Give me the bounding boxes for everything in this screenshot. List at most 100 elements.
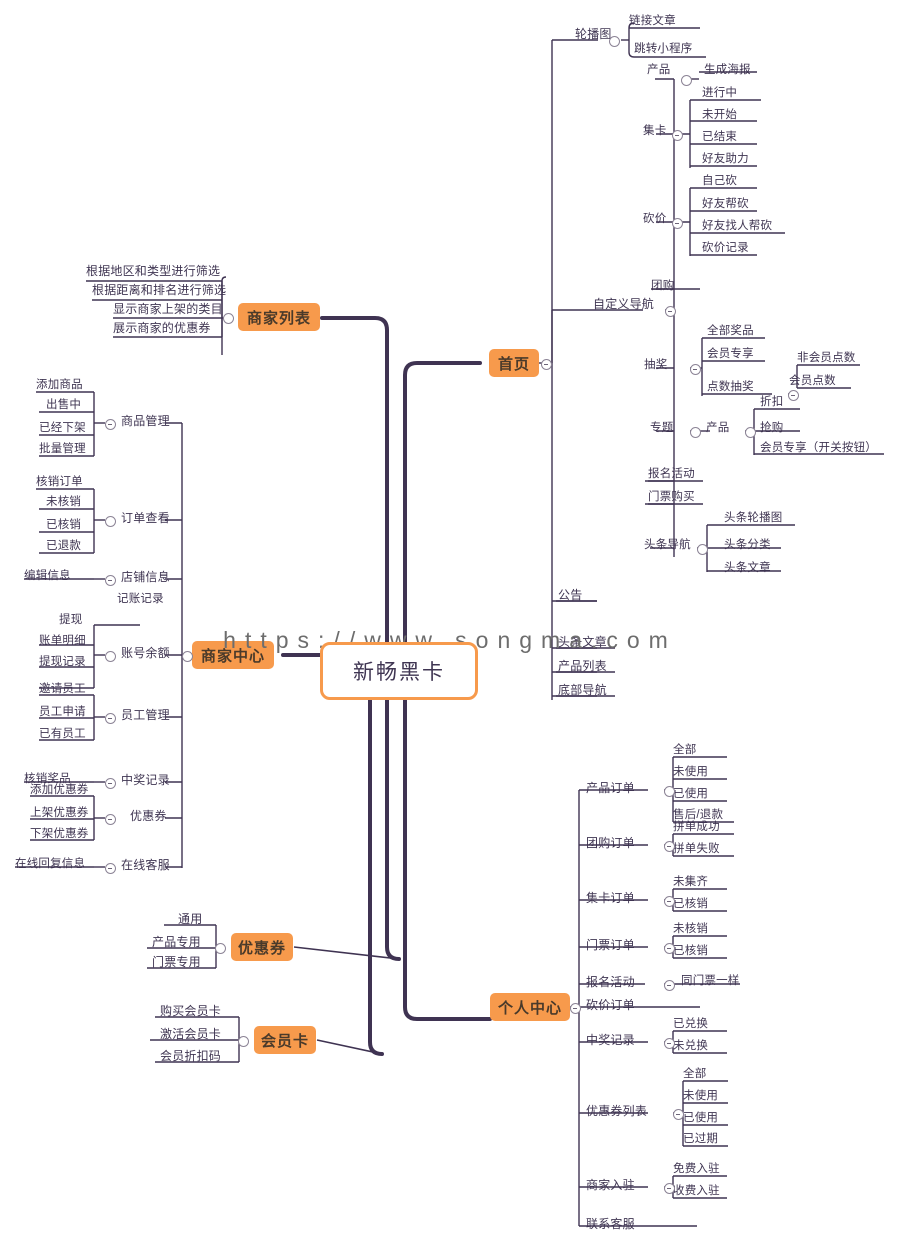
toggle-homepage[interactable]	[541, 359, 552, 370]
node-bookkeeping-record[interactable]: 记账记录	[117, 593, 164, 606]
node-discount[interactable]: 折扣	[760, 396, 783, 409]
toggle-merchant-center[interactable]	[182, 651, 193, 662]
node-withdraw-record[interactable]: 提现记录	[39, 656, 86, 669]
node-show-coupon[interactable]: 展示商家的优惠券	[113, 322, 211, 334]
root-node[interactable]: 新畅黑卡	[320, 642, 478, 700]
node-staff-apply[interactable]: 员工申请	[39, 706, 86, 719]
node-cardset-order[interactable]: 集卡订单	[586, 892, 635, 904]
node-ticket-verified[interactable]: 已核销	[673, 945, 708, 958]
node-bargain-order[interactable]: 砍价订单	[586, 999, 635, 1011]
node-cl-unused[interactable]: 未使用	[683, 1090, 718, 1103]
toggle-merchant-coupon[interactable]	[105, 814, 116, 825]
node-win-record-merchant[interactable]: 中奖记录	[121, 774, 170, 786]
node-add-goods[interactable]: 添加商品	[36, 379, 83, 392]
node-bill-detail[interactable]: 账单明细	[39, 635, 86, 648]
node-headline-article[interactable]: 头条文章	[558, 636, 607, 648]
node-merchant-coupon[interactable]: 优惠券	[130, 810, 167, 822]
node-account-balance[interactable]: 账号余额	[121, 647, 170, 659]
toggle-personal-center[interactable]	[570, 1003, 581, 1014]
node-on-sale[interactable]: 出售中	[46, 399, 81, 412]
node-friend-find-bargain[interactable]: 好友找人帮砍	[702, 220, 772, 233]
toggle-online-service[interactable]	[105, 863, 116, 874]
toggle-point-lottery[interactable]	[788, 390, 799, 401]
node-coupon-general[interactable]: 通用	[178, 913, 202, 925]
node-signup-activity-personal[interactable]: 报名活动	[586, 976, 635, 988]
node-coupon-list[interactable]: 优惠券列表	[586, 1105, 647, 1117]
node-contact-service[interactable]: 联系客服	[586, 1218, 635, 1230]
toggle-membership-card[interactable]	[238, 1036, 249, 1047]
node-product-list[interactable]: 产品列表	[558, 660, 607, 672]
node-activate-member-card[interactable]: 激活会员卡	[160, 1028, 221, 1040]
node-headline-carousel[interactable]: 头条轮播图	[724, 512, 783, 525]
toggle-order-view[interactable]	[105, 516, 116, 527]
node-group-fail[interactable]: 拼单失败	[673, 843, 720, 856]
node-flash-sale[interactable]: 抢购	[760, 422, 783, 435]
node-headline-category[interactable]: 头条分类	[724, 539, 771, 552]
node-unpublish-coupon[interactable]: 下架优惠券	[30, 828, 89, 841]
toggle-merchant-entry[interactable]	[664, 1183, 675, 1194]
toggle-card-collect[interactable]	[672, 130, 683, 141]
node-group-success[interactable]: 拼单成功	[673, 821, 720, 834]
branch-node-merchant-center[interactable]: 商家中心	[192, 641, 274, 669]
node-shop-info[interactable]: 店铺信息	[121, 571, 170, 583]
node-paid-entry[interactable]: 收费入驻	[673, 1185, 720, 1198]
toggle-topic-product[interactable]	[745, 427, 756, 438]
toggle-product-poster[interactable]	[681, 75, 692, 86]
node-refunded[interactable]: 已退款	[46, 540, 81, 553]
node-friend-boost[interactable]: 好友助力	[702, 153, 749, 166]
node-member-discount-code[interactable]: 会员折扣码	[160, 1050, 221, 1062]
node-cl-used[interactable]: 已使用	[683, 1112, 718, 1125]
toggle-headline-nav[interactable]	[697, 544, 708, 555]
node-invite-staff[interactable]: 邀请员工	[39, 683, 86, 696]
node-ticket-unverified[interactable]: 未核销	[673, 923, 708, 936]
node-cl-all[interactable]: 全部	[683, 1068, 706, 1081]
node-existing-staff[interactable]: 已有员工	[39, 728, 86, 741]
node-filter-region-type[interactable]: 根据地区和类型进行筛选	[86, 265, 220, 277]
node-online-reply[interactable]: 在线回复信息	[15, 858, 85, 871]
toggle-ticket-order[interactable]	[664, 943, 675, 954]
node-po-aftersale-refund[interactable]: 售后/退款	[673, 809, 723, 822]
node-same-as-ticket[interactable]: 同门票一样	[681, 975, 740, 988]
node-add-coupon[interactable]: 添加优惠券	[30, 784, 89, 797]
node-goods-manage[interactable]: 商品管理	[121, 415, 170, 427]
node-off-shelf[interactable]: 已经下架	[39, 422, 86, 435]
node-win-record-personal[interactable]: 中奖记录	[586, 1034, 635, 1046]
toggle-topic[interactable]	[690, 427, 701, 438]
node-po-all[interactable]: 全部	[673, 744, 696, 757]
node-ticket-purchase[interactable]: 门票购买	[648, 491, 695, 504]
node-cl-expired[interactable]: 已过期	[683, 1133, 718, 1146]
branch-node-homepage[interactable]: 首页	[489, 349, 539, 377]
node-coupon-product-only[interactable]: 产品专用	[152, 936, 201, 948]
node-verify-order[interactable]: 核销订单	[36, 476, 83, 489]
node-publish-coupon[interactable]: 上架优惠券	[30, 807, 89, 820]
node-merchant-entry[interactable]: 商家入驻	[586, 1179, 635, 1191]
node-friend-bargain[interactable]: 好友帮砍	[702, 198, 749, 211]
toggle-signup-activity[interactable]	[664, 980, 675, 991]
node-product-order[interactable]: 产品订单	[586, 782, 635, 794]
node-headline-nav[interactable]: 头条导航	[644, 539, 691, 552]
toggle-cardset-order[interactable]	[664, 896, 675, 907]
node-bargain[interactable]: 砍价	[643, 213, 666, 226]
node-show-category[interactable]: 显示商家上架的类目	[113, 303, 223, 315]
node-generate-poster[interactable]: 生成海报	[704, 64, 751, 77]
node-po-unused[interactable]: 未使用	[673, 766, 708, 779]
node-cardset-verified[interactable]: 已核销	[673, 898, 708, 911]
node-filter-distance-rank[interactable]: 根据距离和排名进行筛选	[92, 284, 226, 296]
node-jump-miniprogram[interactable]: 跳转小程序	[634, 43, 693, 56]
node-online-service[interactable]: 在线客服	[121, 859, 170, 871]
node-buy-member-card[interactable]: 购买会员卡	[160, 1005, 221, 1017]
toggle-carousel[interactable]	[609, 36, 620, 47]
toggle-product-order[interactable]	[664, 786, 675, 797]
toggle-account-balance[interactable]	[105, 651, 116, 662]
node-bottom-nav[interactable]: 底部导航	[558, 684, 607, 696]
node-member-exclusive[interactable]: 会员专享	[707, 348, 754, 361]
node-coupon-ticket-only[interactable]: 门票专用	[152, 956, 201, 968]
toggle-custom-nav[interactable]	[665, 306, 676, 317]
node-po-used[interactable]: 已使用	[673, 788, 708, 801]
node-cardset-incomplete[interactable]: 未集齐	[673, 876, 708, 889]
toggle-bargain[interactable]	[672, 218, 683, 229]
node-verified[interactable]: 已核销	[46, 519, 81, 532]
node-announcement[interactable]: 公告	[558, 589, 582, 601]
node-batch-manage[interactable]: 批量管理	[39, 443, 86, 456]
node-order-view[interactable]: 订单查看	[121, 512, 170, 524]
